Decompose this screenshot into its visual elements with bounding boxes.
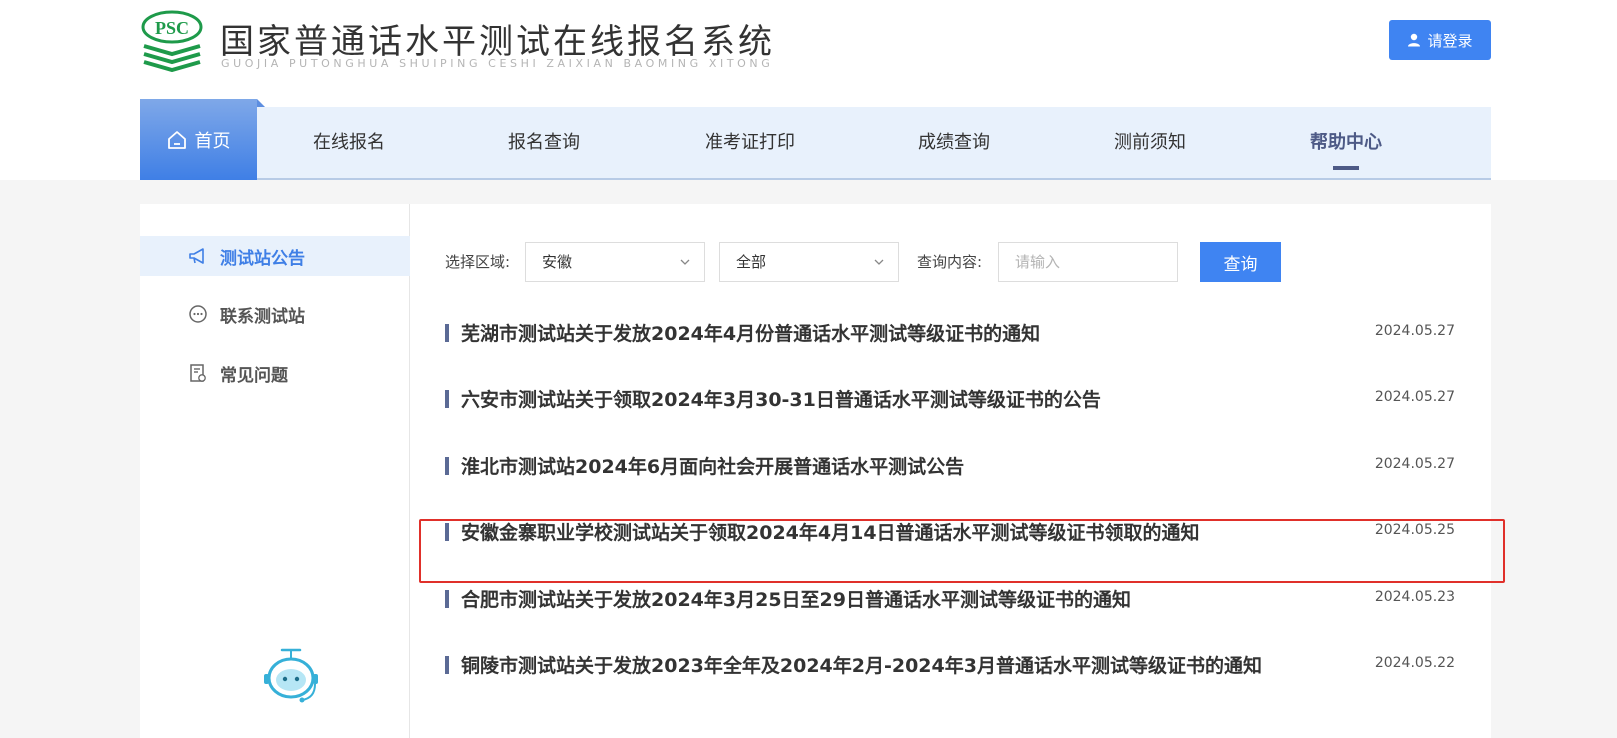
content-label: 查询内容: (917, 253, 983, 271)
sidebar-item-contact[interactable]: 联系测试站 (140, 294, 410, 334)
list-item-date: 2024.05.27 (1374, 389, 1455, 405)
list-item-date: 2024.05.23 (1374, 589, 1455, 605)
content-search-input[interactable] (998, 242, 1178, 282)
sidebar-item-faq[interactable]: 常见问题 (140, 353, 410, 393)
login-label: 请登录 (1427, 31, 1473, 50)
region-select[interactable]: 安徽 (525, 242, 705, 282)
list-item-title[interactable]: 淮北市测试站2024年6月面向社会开展普通话水平测试公告 (461, 452, 964, 479)
list-item-marker (445, 523, 449, 541)
list-item[interactable]: 合肥市测试站关于发放2024年3月25日至29日普通话水平测试等级证书的通知 2… (445, 575, 1455, 641)
nav-admission-print[interactable]: 准考证打印 (705, 107, 795, 178)
user-icon (1408, 33, 1421, 47)
chevron-down-icon (680, 259, 690, 265)
list-item[interactable]: 安徽金寨职业学校测试站关于领取2024年4月14日普通话水平测试等级证书领取的通… (445, 508, 1455, 574)
scope-select-value: 全部 (736, 253, 767, 271)
list-item-title[interactable]: 六安市测试站关于领取2024年3月30-31日普通话水平测试等级证书的公告 (461, 385, 1101, 412)
chevron-down-icon (874, 259, 884, 265)
sidebar-item-label: 测试站公告 (220, 248, 305, 269)
region-select-value: 安徽 (542, 253, 573, 271)
nav-test-notice[interactable]: 测前须知 (1114, 107, 1186, 178)
list-item-marker (445, 656, 449, 674)
list-item-date: 2024.05.22 (1374, 655, 1455, 671)
list-item-marker (445, 324, 449, 342)
list-item[interactable]: 芜湖市测试站关于发放2024年4月份普通话水平测试等级证书的通知 2024.05… (445, 309, 1455, 375)
list-item[interactable]: 淮北市测试站2024年6月面向社会开展普通话水平测试公告 2024.05.27 (445, 442, 1455, 508)
nav-online-register[interactable]: 在线报名 (313, 107, 385, 178)
list-item-date: 2024.05.27 (1374, 456, 1455, 472)
main-content: 测试站公告 联系测试站 常见问题 选择区域: 安徽 全部 查询内容: 请输入 查… (140, 204, 1491, 738)
login-button[interactable]: 请登录 (1389, 20, 1491, 60)
sidebar-item-label: 联系测试站 (220, 306, 305, 327)
list-item-title[interactable]: 合肥市测试站关于发放2024年3月25日至29日普通话水平测试等级证书的通知 (461, 585, 1131, 612)
list-item-marker (445, 390, 449, 408)
site-logo[interactable]: PSC 国家普通话水平测试在线报名系统 GUOJIA PUTONGHUA SHU… (140, 10, 772, 75)
list-item-marker (445, 590, 449, 608)
region-label: 选择区域: (445, 253, 511, 271)
list-item-title[interactable]: 安徽金寨职业学校测试站关于领取2024年4月14日普通话水平测试等级证书领取的通… (461, 518, 1200, 545)
main-nav: 首页 在线报名 报名查询 准考证打印 成绩查询 测前须知 帮助中心 (140, 99, 1491, 180)
robot-mascot-icon[interactable] (262, 646, 320, 706)
list-item-marker (445, 457, 449, 475)
list-item[interactable]: 六安市测试站关于领取2024年3月30-31日普通话水平测试等级证书的公告 20… (445, 375, 1455, 441)
list-item[interactable]: 铜陵市测试站关于发放2023年全年及2024年2月-2024年3月普通话水平测试… (445, 641, 1455, 707)
chat-icon (189, 305, 207, 323)
nav-register-query[interactable]: 报名查询 (508, 107, 580, 178)
list-item-title[interactable]: 芜湖市测试站关于发放2024年4月份普通话水平测试等级证书的通知 (461, 319, 1040, 346)
home-icon (167, 130, 186, 149)
nav-help-center[interactable]: 帮助中心 (1310, 107, 1382, 178)
list-item-date: 2024.05.25 (1374, 522, 1455, 538)
sidebar-item-announcements[interactable]: 测试站公告 (140, 236, 410, 276)
query-button[interactable]: 查询 (1200, 242, 1281, 282)
psc-logo-icon: PSC (141, 10, 203, 72)
megaphone-icon (189, 248, 204, 264)
site-title: 国家普通话水平测试在线报名系统 (220, 22, 775, 62)
logo-mark-text: PSC (155, 18, 189, 38)
sidebar: 测试站公告 联系测试站 常见问题 (140, 204, 410, 738)
scope-select[interactable]: 全部 (719, 242, 899, 282)
site-subtitle: GUOJIA PUTONGHUA SHUIPING CESHI ZAIXIAN … (221, 57, 774, 70)
nav-home[interactable]: 首页 (140, 99, 265, 180)
faq-icon (190, 364, 206, 382)
nav-score-query[interactable]: 成绩查询 (918, 107, 990, 178)
list-item-title[interactable]: 铜陵市测试站关于发放2023年全年及2024年2月-2024年3月普通话水平测试… (461, 651, 1262, 678)
filter-bar: 选择区域: 安徽 全部 查询内容: 查询 (445, 242, 1445, 284)
nav-home-label: 首页 (194, 130, 231, 152)
list-item-date: 2024.05.27 (1374, 323, 1455, 339)
sidebar-item-label: 常见问题 (220, 365, 288, 386)
